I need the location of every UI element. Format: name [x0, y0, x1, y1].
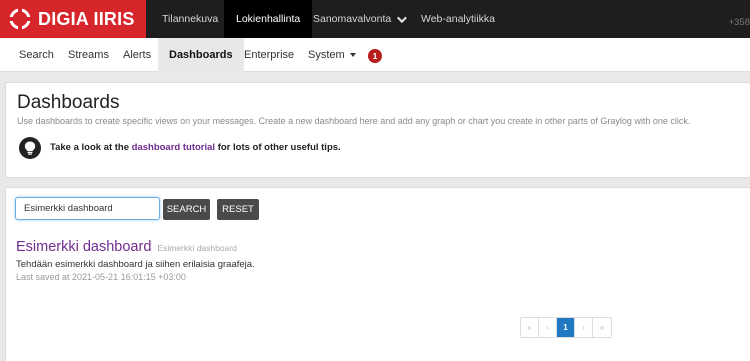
page-next-button[interactable]: ›	[575, 318, 593, 337]
top-navbar: DIGIA IIRIS Tilannekuva Lokienhallinta S…	[0, 0, 750, 38]
lightbulb-icon	[19, 137, 41, 159]
tip-text: Take a look at the dashboard tutorial fo…	[50, 142, 341, 153]
phone-number: +358	[728, 17, 750, 28]
lightbulb-glyph	[24, 141, 36, 155]
topnav-item-web-analytiikka[interactable]: Web-analytiikka	[421, 0, 495, 38]
subnav-label: Search	[19, 49, 54, 61]
chevron-down-icon	[397, 12, 408, 23]
brand-name: DIGIA IIRIS	[38, 8, 135, 29]
dashboard-item: Esimerkki dashboard Esimerkki dashboard	[16, 239, 237, 255]
dashboard-search-input[interactable]	[15, 197, 160, 220]
page-description: Use dashboards to create specific views …	[17, 116, 691, 126]
digia-logo-icon	[9, 8, 31, 30]
reset-button[interactable]: RESET	[217, 199, 259, 220]
tip-suffix: for lots of other useful tips.	[215, 142, 341, 153]
page-prev-button[interactable]: ‹	[539, 318, 557, 337]
dashboard-subtitle: Esimerkki dashboard	[157, 243, 237, 253]
dashboard-last-saved: Last saved at 2021-05-21 16:01:15 +03:00	[16, 272, 186, 282]
dashboard-title-link[interactable]: Esimerkki dashboard	[16, 239, 151, 255]
caret-down-icon	[349, 53, 356, 57]
sub-navbar: Search Streams Alerts Dashboards Enterpr…	[0, 38, 750, 72]
page-title: Dashboards	[17, 92, 120, 113]
page-header-card: Dashboards Use dashboards to create spec…	[5, 82, 750, 178]
subnav-item-system[interactable]: System	[308, 38, 356, 72]
subnav-item-dashboards[interactable]: Dashboards	[158, 38, 244, 72]
subnav-item-search[interactable]: Search	[19, 38, 54, 72]
subnav-item-enterprise[interactable]: Enterprise	[244, 38, 294, 72]
subnav-label: Dashboards	[169, 49, 233, 61]
subnav-label: Alerts	[123, 49, 152, 61]
subnav-label: Streams	[68, 49, 109, 61]
topnav-label: Lokienhallinta	[236, 13, 301, 25]
subnav-label: Enterprise	[244, 49, 295, 61]
subnav-item-streams[interactable]: Streams	[68, 38, 109, 72]
topnav-label: Tilannekuva	[162, 13, 219, 25]
dashboard-tutorial-link[interactable]: dashboard tutorial	[132, 142, 215, 153]
topnav-item-sanomavalvonta[interactable]: Sanomavalvonta	[313, 0, 408, 38]
page-first-button[interactable]: «	[521, 318, 539, 337]
page-current-button[interactable]: 1	[557, 318, 575, 337]
search-button[interactable]: SEARCH	[163, 199, 210, 220]
subnav-item-alerts[interactable]: Alerts	[123, 38, 151, 72]
dashboards-list-card: SEARCH RESET Esimerkki dashboard Esimerk…	[5, 187, 750, 361]
topnav-label: Sanomavalvonta	[313, 13, 392, 25]
subnav-label: System	[308, 49, 345, 61]
tip-prefix: Take a look at the	[50, 142, 132, 153]
topnav-label: Web-analytiikka	[421, 13, 495, 25]
page-last-button[interactable]: »	[593, 318, 611, 337]
topnav-item-tilannekuva[interactable]: Tilannekuva	[160, 0, 220, 38]
topnav-item-lokienhallinta[interactable]: Lokienhallinta	[224, 0, 313, 38]
pagination: « ‹ 1 › »	[520, 317, 612, 338]
dashboard-description: Tehdään esimerkki dashboard ja siihen er…	[16, 259, 255, 270]
brand-logo-area[interactable]: DIGIA IIRIS	[0, 0, 146, 38]
notification-badge[interactable]: 1	[368, 49, 382, 63]
